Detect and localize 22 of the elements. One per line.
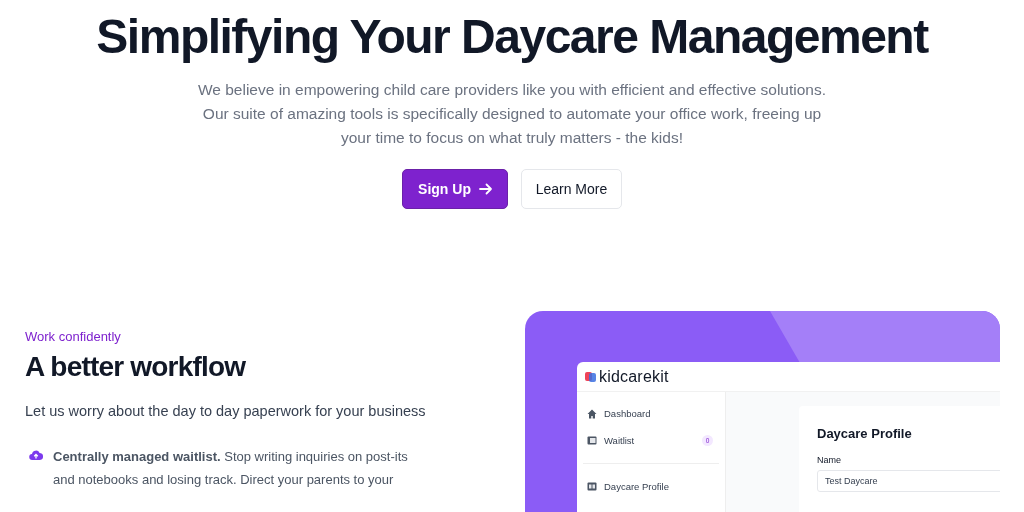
sidebar-item[interactable]: Daycare Profile (583, 473, 719, 500)
field-label: Name (817, 455, 842, 465)
section-title: A better workflow (25, 351, 247, 383)
form-title: Daycare Profile (817, 426, 913, 441)
cloud-upload-icon (29, 449, 43, 461)
learn-more-button[interactable]: Learn More (520, 169, 622, 209)
logo-icon (585, 371, 596, 382)
sidebar-item[interactable]: Dashboard (583, 400, 719, 427)
hero-title: Simplifying Your Daycare Management (96, 9, 928, 65)
feature-description: Centrally managed waitlist. Stop writing inquiries on post-its and notebooks and losing track. Direct your parents to your (53, 448, 409, 489)
sign-up-button[interactable]: Sign Up (402, 169, 508, 209)
arrow-right-icon (478, 182, 493, 196)
name-input-field[interactable]: Test Daycare (817, 470, 1000, 492)
list-icon (587, 436, 597, 445)
hero-description-line: Our suite of amazing tools is specifically designed to automate your office work, freeing up (201, 104, 823, 124)
home-icon (587, 408, 597, 419)
id-card-icon (587, 482, 597, 491)
section-eyebrow: Work confidently (25, 329, 122, 344)
hero-description-line: We believe in empowering child care providers like you with efficient and effective solutions. (197, 80, 827, 100)
app-logo-text: kidcarekit (599, 367, 669, 386)
section-lead: Let us worry about the day to day paperwork for your business (25, 403, 427, 419)
hero-description-line: your time to focus on what truly matters - the kids! (340, 128, 684, 148)
